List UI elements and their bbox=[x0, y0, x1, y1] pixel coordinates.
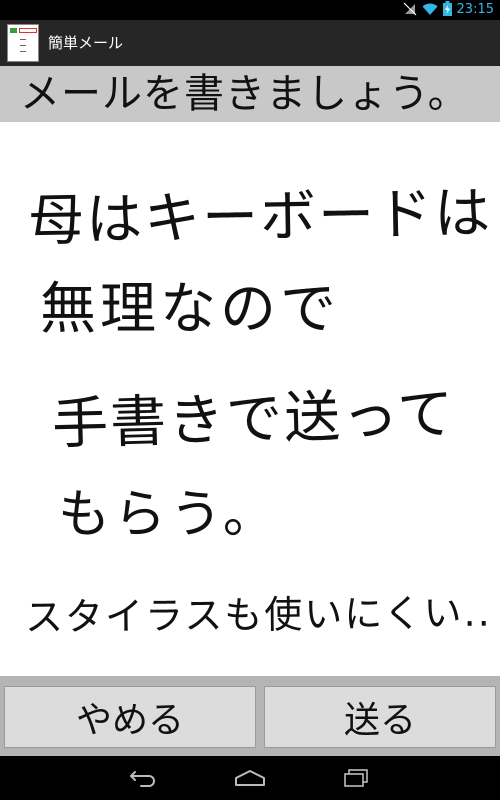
recent-apps-icon[interactable] bbox=[336, 764, 376, 792]
back-icon[interactable] bbox=[124, 764, 164, 792]
handwritten-line: 無理なので bbox=[40, 277, 340, 342]
app-icon-line bbox=[20, 39, 26, 40]
handwritten-line: 手書きで送って bbox=[51, 381, 457, 458]
app-icon-red-mark bbox=[19, 28, 37, 33]
wifi-icon bbox=[422, 1, 438, 20]
prompt-bar: メールを書きましょう。 bbox=[0, 66, 500, 122]
app-icon[interactable] bbox=[7, 24, 39, 62]
app-icon-line bbox=[20, 51, 26, 52]
button-row: やめる 送る bbox=[0, 676, 500, 756]
status-bar: 23:15 bbox=[0, 0, 500, 20]
app-title: 簡単メール bbox=[48, 34, 124, 52]
clock: 23:15 bbox=[456, 2, 494, 17]
cancel-button[interactable]: やめる bbox=[4, 686, 256, 748]
battery-charging-icon bbox=[442, 0, 452, 20]
handwritten-line: 母はキーボードは bbox=[27, 180, 493, 255]
prompt-text: メールを書きましょう。 bbox=[20, 71, 469, 117]
signal-off-icon bbox=[403, 1, 417, 20]
app-icon-green-mark bbox=[10, 28, 17, 33]
action-bar: 簡単メール bbox=[0, 20, 500, 66]
handwritten-line: もらう。 bbox=[58, 485, 279, 545]
home-icon[interactable] bbox=[230, 764, 270, 792]
app-icon-line bbox=[20, 45, 26, 46]
handwriting-canvas[interactable]: 母はキーボードは 無理なので 手書きで送って もらう。 スタイラスも使いにくい.… bbox=[0, 122, 500, 676]
handwritten-line: スタイラスも使いにくい.. bbox=[24, 590, 492, 640]
status-icons: 23:15 bbox=[403, 0, 494, 20]
send-button[interactable]: 送る bbox=[264, 686, 496, 748]
navigation-bar bbox=[0, 756, 500, 800]
